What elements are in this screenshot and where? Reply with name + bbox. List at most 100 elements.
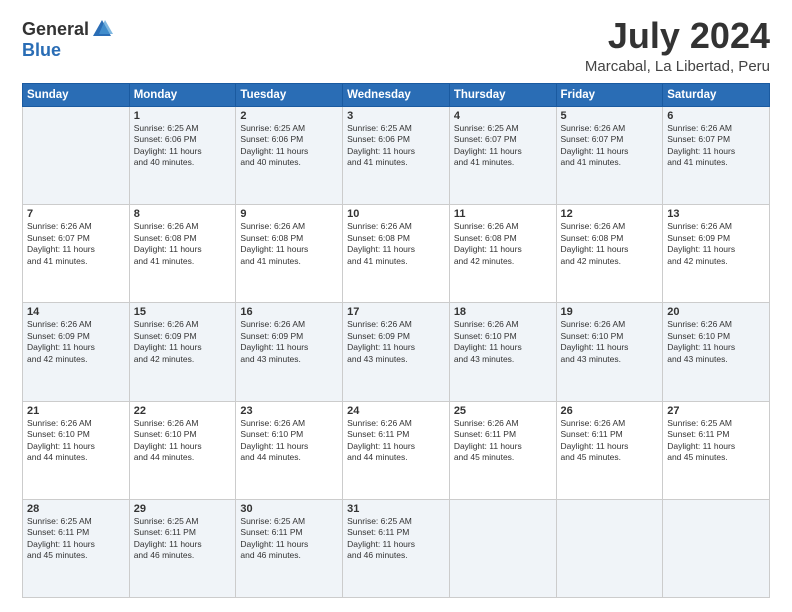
calendar-week-row: 1Sunrise: 6:25 AM Sunset: 6:06 PM Daylig… xyxy=(23,107,770,205)
calendar-cell: 6Sunrise: 6:26 AM Sunset: 6:07 PM Daylig… xyxy=(663,107,770,205)
calendar-week-row: 7Sunrise: 6:26 AM Sunset: 6:07 PM Daylig… xyxy=(23,205,770,303)
day-info: Sunrise: 6:26 AM Sunset: 6:08 PM Dayligh… xyxy=(454,221,552,267)
day-number: 20 xyxy=(667,306,765,318)
day-of-week-monday: Monday xyxy=(129,84,236,107)
day-number: 11 xyxy=(454,208,552,220)
day-number: 15 xyxy=(134,306,232,318)
day-number: 9 xyxy=(240,208,338,220)
day-number: 14 xyxy=(27,306,125,318)
calendar-cell: 23Sunrise: 6:26 AM Sunset: 6:10 PM Dayli… xyxy=(236,401,343,499)
calendar-cell: 29Sunrise: 6:25 AM Sunset: 6:11 PM Dayli… xyxy=(129,499,236,597)
day-of-week-sunday: Sunday xyxy=(23,84,130,107)
day-number: 31 xyxy=(347,503,445,515)
day-number: 3 xyxy=(347,110,445,122)
calendar-cell: 25Sunrise: 6:26 AM Sunset: 6:11 PM Dayli… xyxy=(449,401,556,499)
month-year: July 2024 xyxy=(585,18,770,54)
calendar-cell: 30Sunrise: 6:25 AM Sunset: 6:11 PM Dayli… xyxy=(236,499,343,597)
calendar-cell: 5Sunrise: 6:26 AM Sunset: 6:07 PM Daylig… xyxy=(556,107,663,205)
calendar-cell: 31Sunrise: 6:25 AM Sunset: 6:11 PM Dayli… xyxy=(343,499,450,597)
day-info: Sunrise: 6:26 AM Sunset: 6:07 PM Dayligh… xyxy=(27,221,125,267)
day-info: Sunrise: 6:26 AM Sunset: 6:09 PM Dayligh… xyxy=(134,319,232,365)
calendar-cell: 22Sunrise: 6:26 AM Sunset: 6:10 PM Dayli… xyxy=(129,401,236,499)
calendar-cell: 26Sunrise: 6:26 AM Sunset: 6:11 PM Dayli… xyxy=(556,401,663,499)
calendar-cell: 11Sunrise: 6:26 AM Sunset: 6:08 PM Dayli… xyxy=(449,205,556,303)
day-info: Sunrise: 6:26 AM Sunset: 6:07 PM Dayligh… xyxy=(561,123,659,169)
calendar-cell: 16Sunrise: 6:26 AM Sunset: 6:09 PM Dayli… xyxy=(236,303,343,401)
day-number: 27 xyxy=(667,405,765,417)
day-number: 29 xyxy=(134,503,232,515)
calendar-cell: 14Sunrise: 6:26 AM Sunset: 6:09 PM Dayli… xyxy=(23,303,130,401)
day-number: 8 xyxy=(134,208,232,220)
day-of-week-thursday: Thursday xyxy=(449,84,556,107)
day-info: Sunrise: 6:25 AM Sunset: 6:11 PM Dayligh… xyxy=(27,516,125,562)
calendar-cell: 17Sunrise: 6:26 AM Sunset: 6:09 PM Dayli… xyxy=(343,303,450,401)
logo-icon xyxy=(91,18,113,40)
calendar-cell: 4Sunrise: 6:25 AM Sunset: 6:07 PM Daylig… xyxy=(449,107,556,205)
day-number: 12 xyxy=(561,208,659,220)
day-number: 16 xyxy=(240,306,338,318)
calendar-cell: 27Sunrise: 6:25 AM Sunset: 6:11 PM Dayli… xyxy=(663,401,770,499)
day-info: Sunrise: 6:26 AM Sunset: 6:10 PM Dayligh… xyxy=(561,319,659,365)
day-number: 4 xyxy=(454,110,552,122)
day-number: 21 xyxy=(27,405,125,417)
calendar-cell: 19Sunrise: 6:26 AM Sunset: 6:10 PM Dayli… xyxy=(556,303,663,401)
day-info: Sunrise: 6:25 AM Sunset: 6:11 PM Dayligh… xyxy=(667,418,765,464)
day-number: 10 xyxy=(347,208,445,220)
calendar-cell xyxy=(449,499,556,597)
calendar-cell: 10Sunrise: 6:26 AM Sunset: 6:08 PM Dayli… xyxy=(343,205,450,303)
day-number: 6 xyxy=(667,110,765,122)
day-info: Sunrise: 6:26 AM Sunset: 6:08 PM Dayligh… xyxy=(134,221,232,267)
calendar-week-row: 21Sunrise: 6:26 AM Sunset: 6:10 PM Dayli… xyxy=(23,401,770,499)
day-info: Sunrise: 6:26 AM Sunset: 6:09 PM Dayligh… xyxy=(667,221,765,267)
day-number: 24 xyxy=(347,405,445,417)
calendar-week-row: 14Sunrise: 6:26 AM Sunset: 6:09 PM Dayli… xyxy=(23,303,770,401)
calendar-cell: 2Sunrise: 6:25 AM Sunset: 6:06 PM Daylig… xyxy=(236,107,343,205)
calendar-cell: 28Sunrise: 6:25 AM Sunset: 6:11 PM Dayli… xyxy=(23,499,130,597)
day-info: Sunrise: 6:26 AM Sunset: 6:10 PM Dayligh… xyxy=(134,418,232,464)
day-number: 30 xyxy=(240,503,338,515)
calendar-cell: 1Sunrise: 6:25 AM Sunset: 6:06 PM Daylig… xyxy=(129,107,236,205)
day-info: Sunrise: 6:26 AM Sunset: 6:08 PM Dayligh… xyxy=(240,221,338,267)
day-info: Sunrise: 6:26 AM Sunset: 6:10 PM Dayligh… xyxy=(454,319,552,365)
logo-general-text: General xyxy=(22,19,89,40)
day-info: Sunrise: 6:26 AM Sunset: 6:09 PM Dayligh… xyxy=(240,319,338,365)
title-section: July 2024 Marcabal, La Libertad, Peru xyxy=(585,18,770,75)
calendar-table: SundayMondayTuesdayWednesdayThursdayFrid… xyxy=(22,83,770,598)
calendar-cell: 12Sunrise: 6:26 AM Sunset: 6:08 PM Dayli… xyxy=(556,205,663,303)
page: General Blue July 2024 Marcabal, La Libe… xyxy=(0,0,792,612)
day-of-week-wednesday: Wednesday xyxy=(343,84,450,107)
day-info: Sunrise: 6:26 AM Sunset: 6:09 PM Dayligh… xyxy=(27,319,125,365)
day-info: Sunrise: 6:25 AM Sunset: 6:11 PM Dayligh… xyxy=(240,516,338,562)
calendar-cell: 8Sunrise: 6:26 AM Sunset: 6:08 PM Daylig… xyxy=(129,205,236,303)
day-info: Sunrise: 6:26 AM Sunset: 6:10 PM Dayligh… xyxy=(667,319,765,365)
day-number: 5 xyxy=(561,110,659,122)
day-of-week-tuesday: Tuesday xyxy=(236,84,343,107)
day-number: 23 xyxy=(240,405,338,417)
calendar-header-row: SundayMondayTuesdayWednesdayThursdayFrid… xyxy=(23,84,770,107)
day-info: Sunrise: 6:26 AM Sunset: 6:08 PM Dayligh… xyxy=(347,221,445,267)
location: Marcabal, La Libertad, Peru xyxy=(585,58,770,75)
day-info: Sunrise: 6:26 AM Sunset: 6:11 PM Dayligh… xyxy=(561,418,659,464)
calendar-cell: 13Sunrise: 6:26 AM Sunset: 6:09 PM Dayli… xyxy=(663,205,770,303)
day-info: Sunrise: 6:25 AM Sunset: 6:07 PM Dayligh… xyxy=(454,123,552,169)
calendar-week-row: 28Sunrise: 6:25 AM Sunset: 6:11 PM Dayli… xyxy=(23,499,770,597)
calendar-cell: 15Sunrise: 6:26 AM Sunset: 6:09 PM Dayli… xyxy=(129,303,236,401)
day-number: 22 xyxy=(134,405,232,417)
day-info: Sunrise: 6:26 AM Sunset: 6:08 PM Dayligh… xyxy=(561,221,659,267)
day-number: 18 xyxy=(454,306,552,318)
day-info: Sunrise: 6:25 AM Sunset: 6:11 PM Dayligh… xyxy=(134,516,232,562)
day-of-week-saturday: Saturday xyxy=(663,84,770,107)
calendar-cell: 20Sunrise: 6:26 AM Sunset: 6:10 PM Dayli… xyxy=(663,303,770,401)
calendar-cell: 18Sunrise: 6:26 AM Sunset: 6:10 PM Dayli… xyxy=(449,303,556,401)
day-info: Sunrise: 6:26 AM Sunset: 6:10 PM Dayligh… xyxy=(240,418,338,464)
calendar-cell xyxy=(556,499,663,597)
day-number: 2 xyxy=(240,110,338,122)
day-info: Sunrise: 6:26 AM Sunset: 6:10 PM Dayligh… xyxy=(27,418,125,464)
day-number: 17 xyxy=(347,306,445,318)
day-info: Sunrise: 6:25 AM Sunset: 6:06 PM Dayligh… xyxy=(240,123,338,169)
logo-blue-text: Blue xyxy=(22,40,61,61)
day-info: Sunrise: 6:26 AM Sunset: 6:11 PM Dayligh… xyxy=(454,418,552,464)
calendar-cell: 9Sunrise: 6:26 AM Sunset: 6:08 PM Daylig… xyxy=(236,205,343,303)
day-number: 26 xyxy=(561,405,659,417)
calendar-cell: 21Sunrise: 6:26 AM Sunset: 6:10 PM Dayli… xyxy=(23,401,130,499)
